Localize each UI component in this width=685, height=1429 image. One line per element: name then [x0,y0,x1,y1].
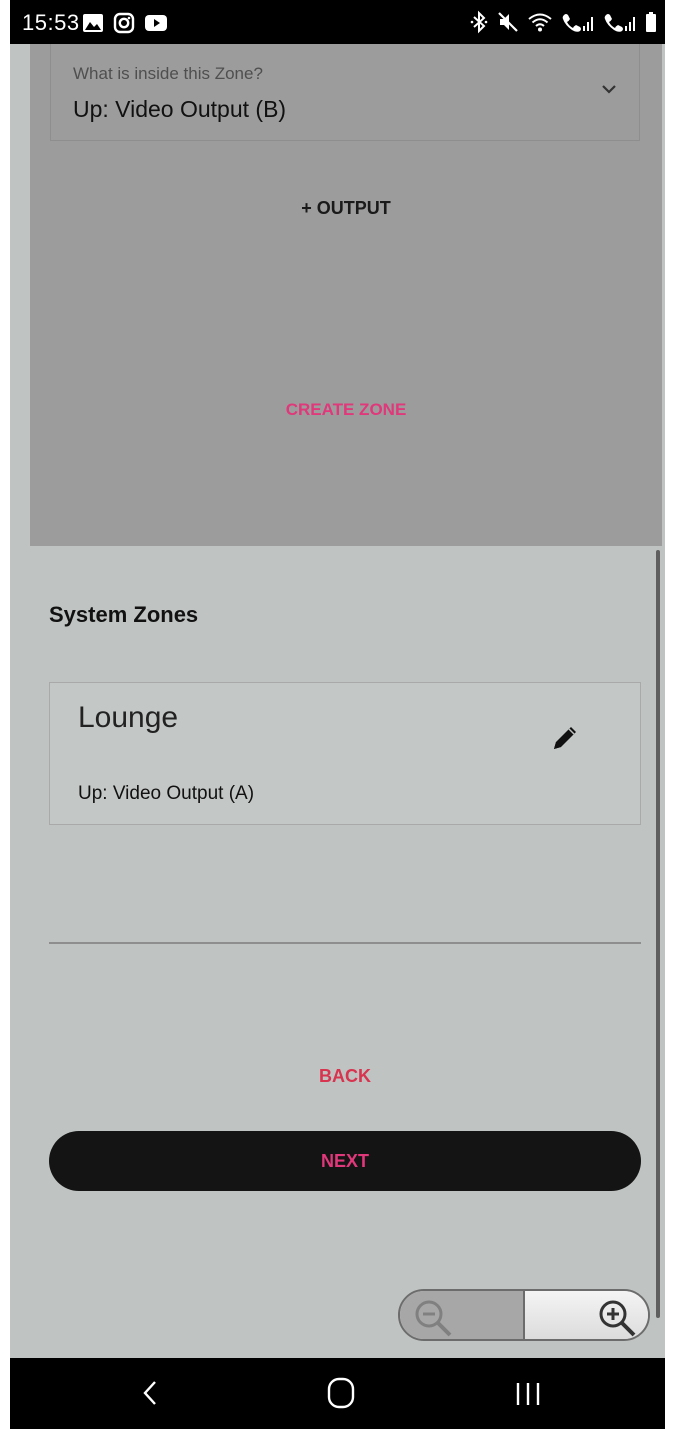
nav-back-icon[interactable] [140,1378,160,1413]
youtube-icon [144,14,168,37]
zone-content-select-value: Up: Video Output (B) [73,96,287,122]
next-button[interactable]: NEXT [49,1131,641,1191]
phone-screen: 15:53 What is inside this Zone? Up: Vide… [10,0,665,1429]
notification-icons [82,12,168,39]
app-screen: What is inside this Zone? Up: Video Outp… [10,44,665,1358]
edit-icon[interactable] [550,723,580,758]
nav-home-icon[interactable] [326,1376,356,1415]
create-zone-button[interactable]: CREATE ZONE [30,400,662,420]
scrollbar[interactable] [656,550,660,1318]
bluetooth-icon [469,10,489,39]
add-output-button[interactable]: + OUTPUT [30,198,662,219]
battery-icon [645,11,657,38]
zone-card: Lounge Up: Video Output (A) [49,682,641,825]
system-status-icons [469,10,657,39]
signal-sim2-icon [603,11,637,38]
system-zones-title: System Zones [49,602,199,627]
create-zone-panel: What is inside this Zone? Up: Video Outp… [30,44,662,546]
mute-icon [497,11,519,38]
gallery-icon [82,13,104,38]
zone-card-detail: Up: Video Output (A) [78,783,255,804]
zone-content-select-label: What is inside this Zone? [73,64,263,83]
navigation-bar [10,1358,665,1429]
zoom-control [398,1289,650,1341]
zoom-in-button[interactable] [525,1291,648,1339]
zone-content-select[interactable]: What is inside this Zone? Up: Video Outp… [50,44,640,141]
nav-recents-icon[interactable] [514,1379,542,1414]
wifi-icon [527,11,553,38]
status-time: 15:53 [22,10,80,35]
zone-card-name: Lounge [78,701,179,734]
status-bar: 15:53 [10,0,665,44]
zoom-out-button[interactable] [400,1291,525,1339]
instagram-icon [113,12,135,39]
signal-sim1-icon [561,11,595,38]
divider [49,942,641,944]
chevron-down-icon[interactable] [599,82,619,101]
back-button[interactable]: BACK [280,1058,410,1094]
